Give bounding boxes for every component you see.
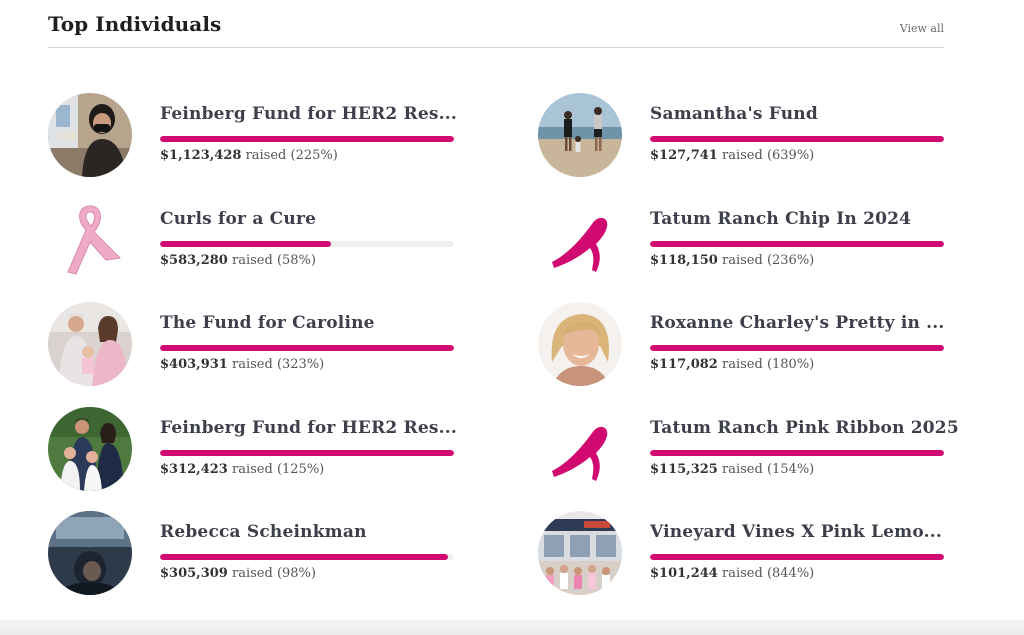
raised-percent: (125%)	[276, 462, 325, 477]
raised-label: raised	[721, 357, 763, 372]
raised-label: raised	[721, 148, 763, 163]
fundraiser-card[interactable]: Rebecca Scheinkman $305,309 raised (98%)	[48, 511, 454, 597]
raised-label: raised	[231, 357, 273, 372]
progress-bar	[650, 241, 944, 247]
progress-bar	[650, 554, 944, 560]
raised-amount: $127,741	[650, 148, 718, 163]
raised-label: raised	[231, 253, 273, 268]
photo-woman-masked-icon	[48, 93, 132, 177]
fundraiser-card[interactable]: Curls for a Cure $583,280 raised (58%)	[48, 198, 454, 284]
raised-percent: (236%)	[766, 253, 815, 268]
pink-ribbon-light-icon	[48, 198, 132, 282]
fundraiser-card[interactable]: Samantha's Fund $127,741 raised (639%)	[538, 93, 944, 179]
progress-fill	[650, 554, 944, 560]
progress-fill	[650, 345, 944, 351]
raised-stat: $312,423 raised (125%)	[160, 462, 324, 477]
pink-ribbon-icon	[538, 407, 622, 491]
individuals-grid: Feinberg Fund for HER2 Res... $1,123,428…	[48, 93, 959, 613]
raised-percent: (323%)	[276, 357, 325, 372]
raised-label: raised	[721, 566, 763, 581]
fundraiser-name[interactable]: Tatum Ranch Pink Ribbon 2025	[650, 418, 959, 438]
fundraiser-card[interactable]: Tatum Ranch Chip In 2024 $118,150 raised…	[538, 198, 944, 284]
progress-fill	[650, 450, 944, 456]
raised-percent: (844%)	[766, 566, 815, 581]
progress-bar	[160, 554, 454, 560]
raised-label: raised	[721, 253, 763, 268]
fundraiser-card[interactable]: Tatum Ranch Pink Ribbon 2025 $115,325 ra…	[538, 407, 959, 493]
progress-fill	[160, 554, 449, 560]
fundraiser-name[interactable]: Samantha's Fund	[650, 104, 818, 124]
fundraiser-card[interactable]: Roxanne Charley's Pretty in ... $117,082…	[538, 302, 944, 388]
section-header: Top Individuals View all	[48, 10, 944, 48]
fundraiser-name[interactable]: Feinberg Fund for HER2 Res...	[160, 104, 457, 124]
raised-amount: $1,123,428	[160, 148, 242, 163]
photo-family-outdoor-icon	[48, 407, 132, 491]
section-title: Top Individuals	[48, 12, 222, 36]
progress-bar	[160, 241, 454, 247]
progress-fill	[650, 136, 944, 142]
fundraiser-name[interactable]: Rebecca Scheinkman	[160, 522, 367, 542]
progress-bar	[650, 450, 944, 456]
fundraiser-name[interactable]: Feinberg Fund for HER2 Res...	[160, 418, 457, 438]
raised-percent: (98%)	[276, 566, 316, 581]
raised-percent: (180%)	[766, 357, 815, 372]
fundraiser-card[interactable]: The Fund for Caroline $403,931 raised (3…	[48, 302, 454, 388]
progress-fill	[160, 450, 454, 456]
progress-fill	[160, 345, 454, 351]
fundraiser-card[interactable]: Vineyard Vines X Pink Lemo... $101,244 r…	[538, 511, 944, 597]
raised-percent: (225%)	[290, 148, 338, 163]
raised-stat: $115,325 raised (154%)	[650, 462, 814, 477]
raised-label: raised	[231, 566, 273, 581]
raised-amount: $403,931	[160, 357, 228, 372]
raised-amount: $583,280	[160, 253, 228, 268]
pink-ribbon-icon	[538, 198, 622, 282]
raised-label: raised	[721, 462, 763, 477]
raised-percent: (58%)	[276, 253, 316, 268]
raised-stat: $127,741 raised (639%)	[650, 148, 814, 163]
raised-amount: $117,082	[650, 357, 718, 372]
progress-bar	[160, 345, 454, 351]
progress-bar	[650, 345, 944, 351]
photo-beach-family-icon	[538, 93, 622, 177]
photo-dark-selfie-icon	[48, 511, 132, 595]
photo-storefront-group-icon	[538, 511, 622, 595]
fundraiser-card[interactable]: Feinberg Fund for HER2 Res... $312,423 r…	[48, 407, 457, 493]
fundraiser-name[interactable]: Tatum Ranch Chip In 2024	[650, 209, 911, 229]
raised-stat: $101,244 raised (844%)	[650, 566, 814, 581]
raised-stat: $117,082 raised (180%)	[650, 357, 814, 372]
raised-label: raised	[231, 462, 273, 477]
progress-bar	[160, 136, 454, 142]
progress-bar	[160, 450, 454, 456]
raised-label: raised	[245, 148, 287, 163]
photo-woman-portrait-icon	[538, 302, 622, 386]
raised-stat: $403,931 raised (323%)	[160, 357, 324, 372]
raised-stat: $305,309 raised (98%)	[160, 566, 316, 581]
raised-stat: $118,150 raised (236%)	[650, 253, 814, 268]
fundraiser-name[interactable]: The Fund for Caroline	[160, 313, 375, 333]
progress-fill	[160, 241, 331, 247]
progress-bar	[650, 136, 944, 142]
fundraiser-name[interactable]: Vineyard Vines X Pink Lemo...	[650, 522, 942, 542]
fundraiser-card[interactable]: Feinberg Fund for HER2 Res... $1,123,428…	[48, 93, 457, 179]
fundraiser-name[interactable]: Curls for a Cure	[160, 209, 316, 229]
fundraiser-name[interactable]: Roxanne Charley's Pretty in ...	[650, 313, 945, 333]
raised-stat: $583,280 raised (58%)	[160, 253, 316, 268]
photo-family-icon	[48, 302, 132, 386]
raised-percent: (639%)	[766, 148, 815, 163]
progress-fill	[650, 241, 944, 247]
raised-amount: $115,325	[650, 462, 718, 477]
page-footer-strip	[0, 620, 1024, 635]
raised-amount: $312,423	[160, 462, 228, 477]
raised-stat: $1,123,428 raised (225%)	[160, 148, 338, 163]
view-all-link[interactable]: View all	[900, 22, 944, 35]
raised-amount: $118,150	[650, 253, 718, 268]
raised-amount: $101,244	[650, 566, 718, 581]
raised-percent: (154%)	[766, 462, 815, 477]
progress-fill	[160, 136, 454, 142]
raised-amount: $305,309	[160, 566, 228, 581]
